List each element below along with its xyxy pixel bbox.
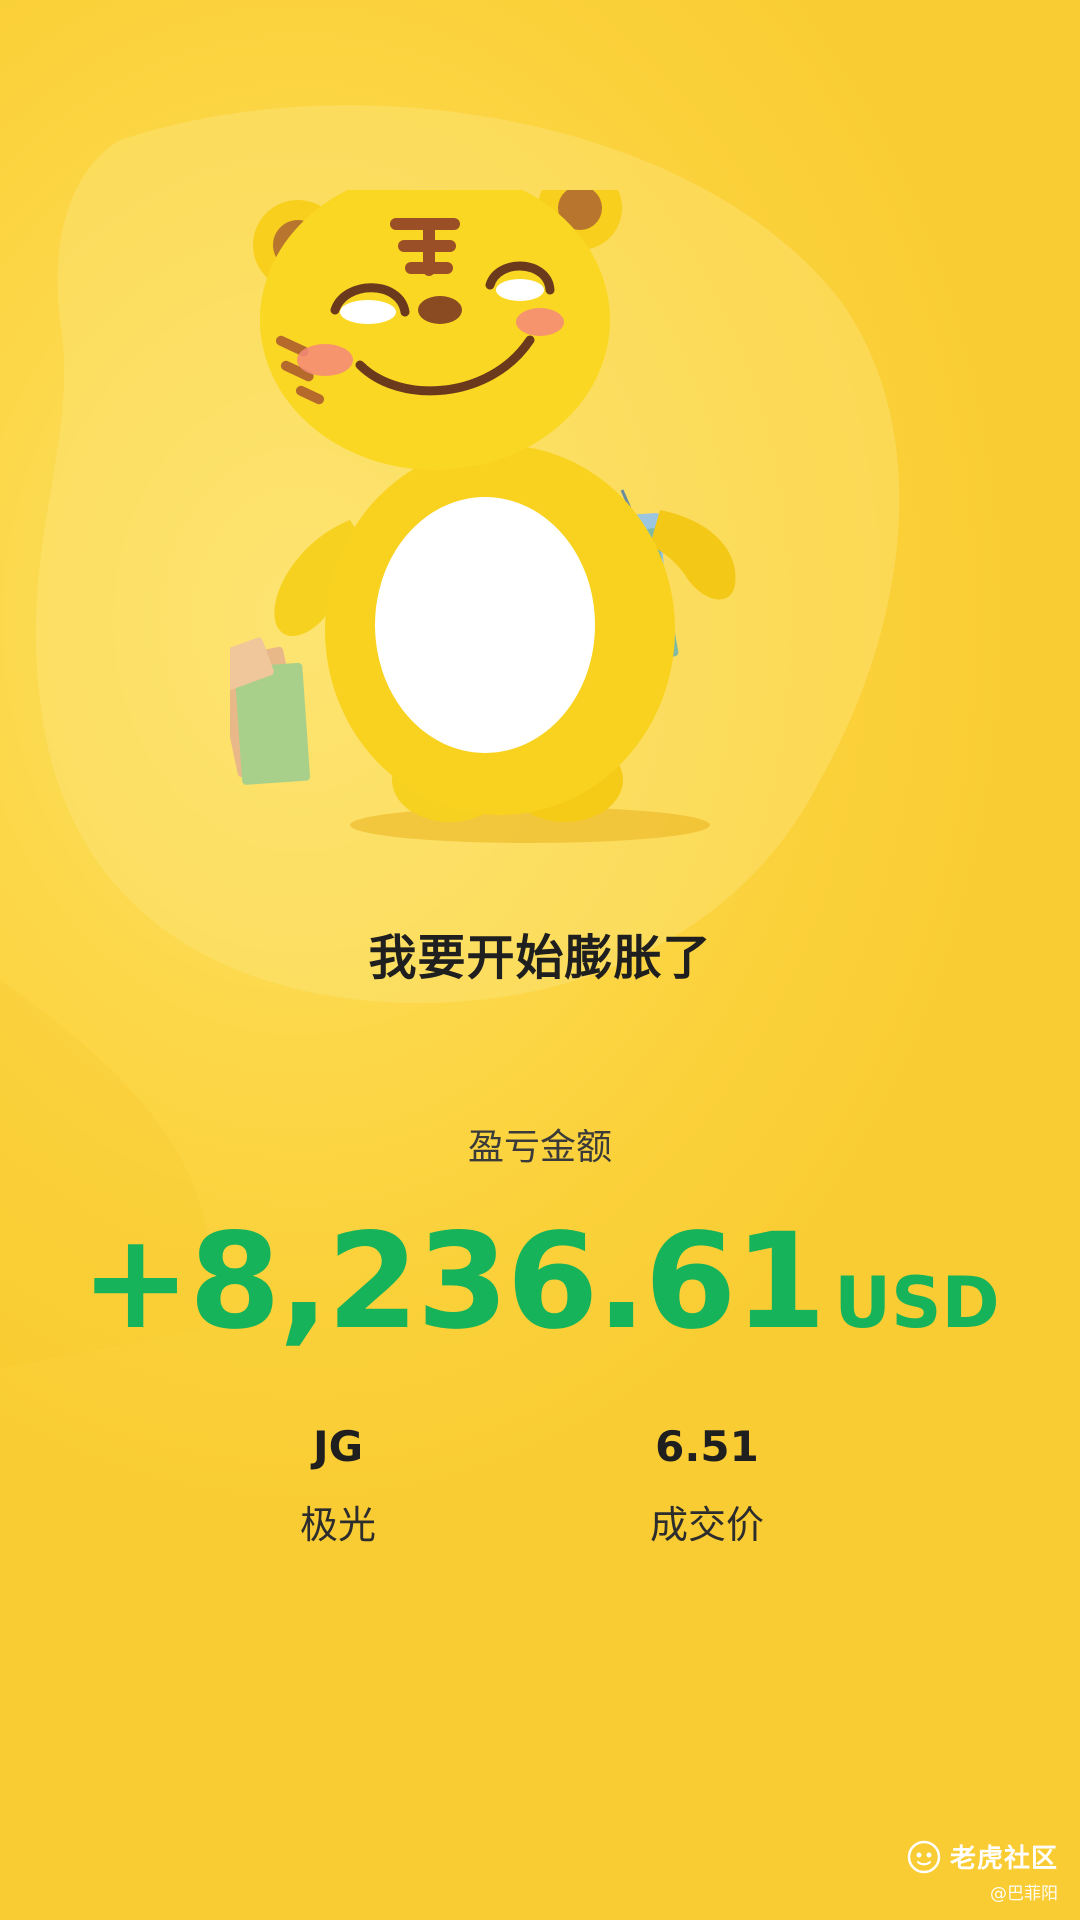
watermark-brand: 老虎社区 bbox=[949, 1844, 1058, 1874]
pnl-value: +8,236.61 bbox=[80, 1205, 826, 1359]
trade-price-label: 成交价 bbox=[649, 1503, 764, 1547]
pnl-unit: USD bbox=[834, 1262, 1000, 1344]
headline-text: 我要开始膨胀了 bbox=[368, 930, 712, 986]
watermark-username: @巴菲阳 bbox=[990, 1884, 1058, 1904]
pnl-amount: +8,236.61 USD bbox=[0, 1205, 1080, 1359]
left-shopping-bags-icon bbox=[230, 637, 311, 785]
tiger-logo-icon bbox=[907, 1840, 941, 1873]
tiger-mascot-illustration bbox=[230, 190, 736, 843]
stat-price: 6.51 成交价 bbox=[557, 1420, 857, 1549]
stat-symbol: JG 极光 bbox=[188, 1420, 488, 1549]
trade-price-value: 6.51 bbox=[655, 1422, 759, 1471]
pnl-label: 盈亏金额 bbox=[467, 1127, 612, 1168]
stock-name: 极光 bbox=[299, 1503, 376, 1547]
stock-symbol: JG bbox=[312, 1422, 364, 1471]
community-watermark: 老虎社区 @巴菲阳 bbox=[906, 1838, 1058, 1904]
